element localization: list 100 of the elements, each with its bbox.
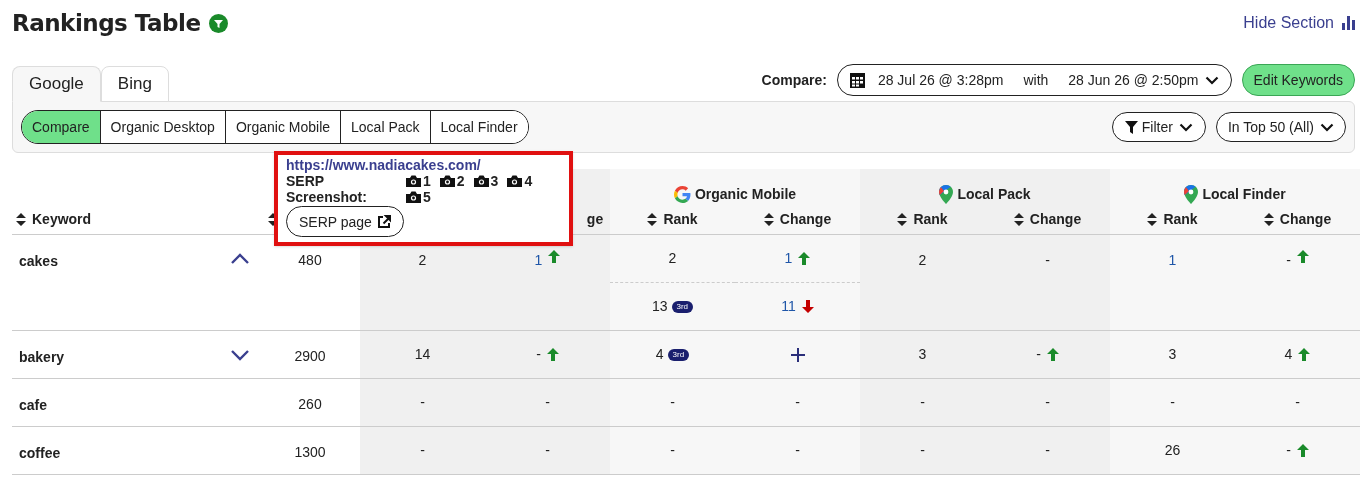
- rank-value[interactable]: 11: [781, 296, 796, 317]
- sort-icon: [763, 213, 774, 226]
- column-header[interactable]: Rank: [913, 209, 948, 230]
- keyword-text: cakes: [19, 252, 58, 271]
- view-tab[interactable]: Compare: [22, 111, 100, 143]
- rank-value: -: [420, 441, 425, 460]
- keyword-text: cafe: [19, 396, 48, 415]
- search-volume: 260: [298, 395, 322, 414]
- rank-value: -: [545, 441, 550, 460]
- tooltip-label: SERP: [286, 173, 326, 189]
- rank-value: -: [1170, 393, 1175, 412]
- rank-value: -: [1045, 441, 1050, 460]
- column-header[interactable]: Keyword: [32, 209, 92, 230]
- screenshot-link[interactable]: 3: [473, 173, 499, 189]
- rank-value[interactable]: 1: [534, 250, 543, 271]
- rank-value[interactable]: 1: [1168, 250, 1177, 271]
- camera-icon: [473, 175, 489, 187]
- search-logo-icon: [673, 186, 691, 203]
- engine-tab[interactable]: Bing: [100, 66, 169, 102]
- search-volume: 480: [298, 251, 322, 270]
- camera-icon: [439, 175, 455, 187]
- view-tab[interactable]: Local Finder: [429, 111, 528, 143]
- rank-value: -: [1286, 251, 1291, 270]
- sort-icon: [897, 213, 908, 226]
- sort-icon: [1263, 213, 1274, 226]
- tooltip-label: Screenshot:: [286, 189, 368, 205]
- rank-value: -: [545, 393, 550, 412]
- rank-value: 3: [918, 345, 927, 364]
- rank-value: -: [536, 345, 541, 364]
- rank-value: 14: [414, 345, 431, 364]
- column-header[interactable]: Rank: [1163, 209, 1198, 230]
- page-title: Rankings Table: [12, 8, 201, 38]
- chevron-down-icon: [1204, 75, 1219, 85]
- rank-value: 3: [1168, 345, 1177, 364]
- sort-icon: [16, 213, 26, 226]
- screenshot-link[interactable]: 1: [406, 173, 431, 189]
- camera-icon: [406, 191, 421, 203]
- position-badge: 3rd: [667, 348, 690, 361]
- engine-tab[interactable]: Google: [12, 66, 101, 102]
- keyword-text: coffee: [19, 444, 61, 463]
- rank-value: -: [1036, 345, 1041, 364]
- camera-icon: [507, 175, 523, 187]
- sort-icon: [1147, 213, 1158, 226]
- expand-chevron-icon[interactable]: [230, 349, 250, 361]
- screenshot-link[interactable]: 5: [406, 189, 431, 205]
- column-header[interactable]: Change: [1279, 209, 1332, 230]
- view-tab[interactable]: Organic Mobile: [224, 111, 341, 143]
- view-tab[interactable]: Local Pack: [340, 111, 430, 143]
- url-link[interactable]: https://www.nadiacakes.com/: [286, 157, 561, 173]
- compare-label: Compare:: [761, 70, 827, 90]
- rank-value: -: [795, 393, 800, 412]
- rank-value: -: [420, 393, 425, 412]
- plus-icon: [790, 347, 805, 362]
- column-group-title: Local Finder: [1202, 185, 1286, 204]
- rank-value: -: [920, 441, 925, 460]
- column-group-title: Organic Mobile: [694, 185, 797, 204]
- rank-value: 4: [655, 345, 664, 364]
- view-tab[interactable]: Organic Desktop: [99, 111, 225, 143]
- screenshot-link[interactable]: 2: [439, 173, 465, 189]
- top-filter-dropdown[interactable]: In Top 50 (All): [1215, 112, 1346, 142]
- filter-icon: [1124, 120, 1138, 134]
- map-pin-icon: [939, 185, 954, 204]
- external-link-icon: [376, 214, 391, 229]
- column-header[interactable]: Rank: [663, 209, 698, 230]
- hide-section-link[interactable]: Hide Section: [1243, 11, 1355, 35]
- keyword-text: bakery: [19, 348, 65, 367]
- search-volume: 1300: [294, 443, 326, 462]
- rank-value: -: [1295, 393, 1300, 412]
- filter-icon: [208, 13, 228, 33]
- rank-value: -: [1286, 441, 1291, 460]
- chevron-down-icon: [1320, 122, 1334, 132]
- edit-keywords-button[interactable]: Edit Keywords: [1241, 64, 1355, 96]
- search-volume: 2900: [294, 347, 326, 366]
- rank-value: -: [670, 393, 675, 412]
- rank-value: 13: [651, 297, 668, 316]
- column-header[interactable]: Change: [779, 209, 832, 230]
- camera-icon: [406, 175, 421, 187]
- date-range-dropdown[interactable]: 28 Jul 26 @ 3:28pm with 28 Jun 26 @ 2:50pm: [836, 64, 1232, 96]
- column-header[interactable]: Change: [1029, 209, 1082, 230]
- calendar-icon: [849, 72, 865, 88]
- sort-icon: [1013, 213, 1024, 226]
- chevron-down-icon: [1178, 122, 1193, 132]
- bar-chart-icon: [1342, 16, 1355, 30]
- rank-value: -: [670, 441, 675, 460]
- rank-value: 4: [1284, 345, 1293, 364]
- rank-value: -: [795, 441, 800, 460]
- position-badge: 3rd: [671, 300, 694, 313]
- sort-icon: [647, 213, 658, 226]
- column-group-title: Local Pack: [957, 185, 1031, 204]
- rank-value: 2: [668, 249, 677, 268]
- column-header[interactable]: ge: [586, 209, 604, 230]
- serp-page-button[interactable]: SERP page: [286, 206, 404, 237]
- rank-value: 26: [1164, 441, 1181, 460]
- rank-value[interactable]: 1: [784, 248, 793, 269]
- filter-dropdown[interactable]: Filter: [1111, 112, 1206, 142]
- rank-value: 2: [918, 251, 927, 270]
- rank-value: -: [1045, 251, 1050, 270]
- collapse-chevron-icon[interactable]: [230, 253, 250, 265]
- rank-value: -: [1045, 393, 1050, 412]
- screenshot-link[interactable]: 4: [507, 173, 533, 189]
